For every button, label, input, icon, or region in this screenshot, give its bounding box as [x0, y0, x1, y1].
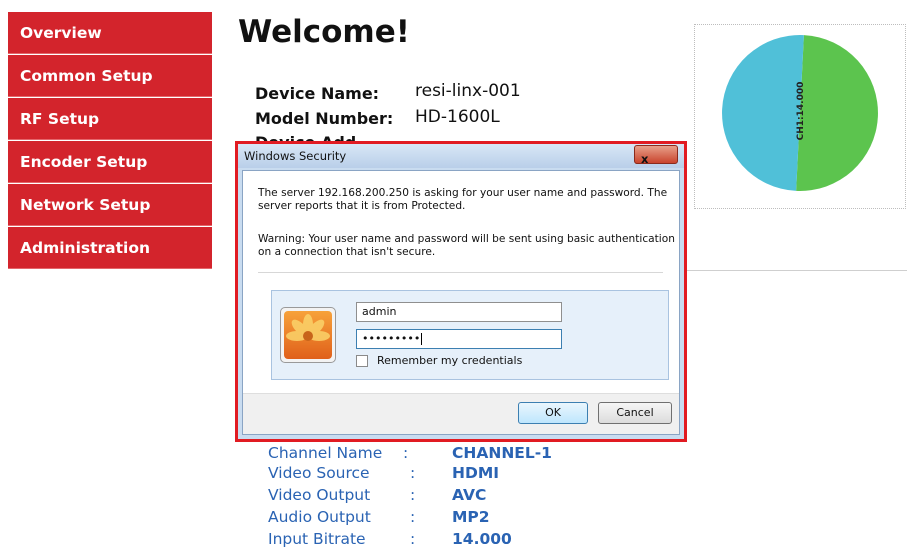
nav-label: Overview: [20, 23, 102, 42]
pie-chart: CH1:14.000: [722, 35, 878, 191]
remember-label: Remember my credentials: [377, 354, 523, 367]
row-sep: :: [403, 444, 409, 462]
row-sep: :: [410, 464, 416, 482]
dialog-title: Windows Security: [244, 149, 347, 163]
divider: [660, 270, 907, 271]
row-sep: :: [410, 508, 416, 526]
dialog-separator: [258, 272, 663, 273]
credential-panel: admin ••••••••• Remember my credentials: [271, 290, 669, 380]
input-bitrate-label: Input Bitrate: [268, 530, 366, 548]
user-avatar: [280, 307, 336, 363]
dialog-body: The server 192.168.200.250 is asking for…: [242, 170, 680, 435]
bitrate-chart: CH1:14.000: [694, 24, 906, 209]
pie-slice-1: [796, 35, 878, 191]
model-number-label: Model Number:: [255, 109, 394, 128]
model-number-value: HD-1600L: [415, 107, 500, 127]
audio-output-label: Audio Output: [268, 508, 371, 526]
nav-label: RF Setup: [20, 109, 100, 128]
password-field[interactable]: •••••••••: [356, 329, 562, 349]
video-source-label: Video Source: [268, 464, 370, 482]
cancel-label: Cancel: [616, 406, 654, 419]
cancel-button[interactable]: Cancel: [598, 402, 672, 424]
ok-button[interactable]: OK: [518, 402, 588, 424]
video-output-value: AVC: [452, 486, 487, 504]
video-source-value: HDMI: [452, 464, 500, 482]
username-value: admin: [362, 305, 397, 318]
nav-label: Administration: [20, 238, 151, 257]
nav-rf-setup[interactable]: RF Setup: [8, 98, 212, 140]
flower-icon: [284, 311, 332, 359]
page-title: Welcome!: [238, 14, 410, 50]
username-field[interactable]: admin: [356, 302, 562, 322]
device-name-value: resi-linx-001: [415, 81, 521, 101]
close-button[interactable]: x: [634, 145, 678, 166]
nav-administration[interactable]: Administration: [8, 227, 212, 269]
remember-checkbox[interactable]: [356, 355, 368, 367]
device-name-label: Device Name:: [255, 84, 380, 103]
nav-network-setup[interactable]: Network Setup: [8, 184, 212, 226]
nav-label: Network Setup: [20, 195, 151, 214]
nav-label: Encoder Setup: [20, 152, 148, 171]
text-caret: [421, 333, 423, 345]
row-sep: :: [410, 486, 416, 504]
nav-overview[interactable]: Overview: [8, 12, 212, 54]
video-output-label: Video Output: [268, 486, 371, 504]
password-value: •••••••••: [362, 332, 421, 345]
nav-encoder-setup[interactable]: Encoder Setup: [8, 141, 212, 183]
dialog-footer: OK Cancel: [243, 393, 679, 434]
pie-slice-label: CH1:14.000: [796, 82, 806, 141]
nav-common-setup[interactable]: Common Setup: [8, 55, 212, 97]
input-bitrate-value: 14.000: [452, 530, 512, 548]
nav-label: Common Setup: [20, 66, 153, 85]
close-icon: x: [641, 152, 649, 166]
row-sep: :: [410, 530, 416, 548]
dialog-warning: Warning: Your user name and password wil…: [258, 233, 675, 258]
dialog-message: The server 192.168.200.250 is asking for…: [258, 187, 668, 212]
pie-slice-2: [722, 35, 804, 191]
dialog-titlebar[interactable]: Windows Security x: [238, 144, 684, 168]
ok-label: OK: [545, 406, 561, 419]
audio-output-value: MP2: [452, 508, 490, 526]
channel-name-value: CHANNEL-1: [452, 444, 552, 462]
channel-name-label: Channel Name: [268, 444, 383, 462]
sidebar: Overview Common Setup RF Setup Encoder S…: [8, 12, 212, 270]
windows-security-dialog: Windows Security x The server 192.168.20…: [235, 141, 687, 442]
